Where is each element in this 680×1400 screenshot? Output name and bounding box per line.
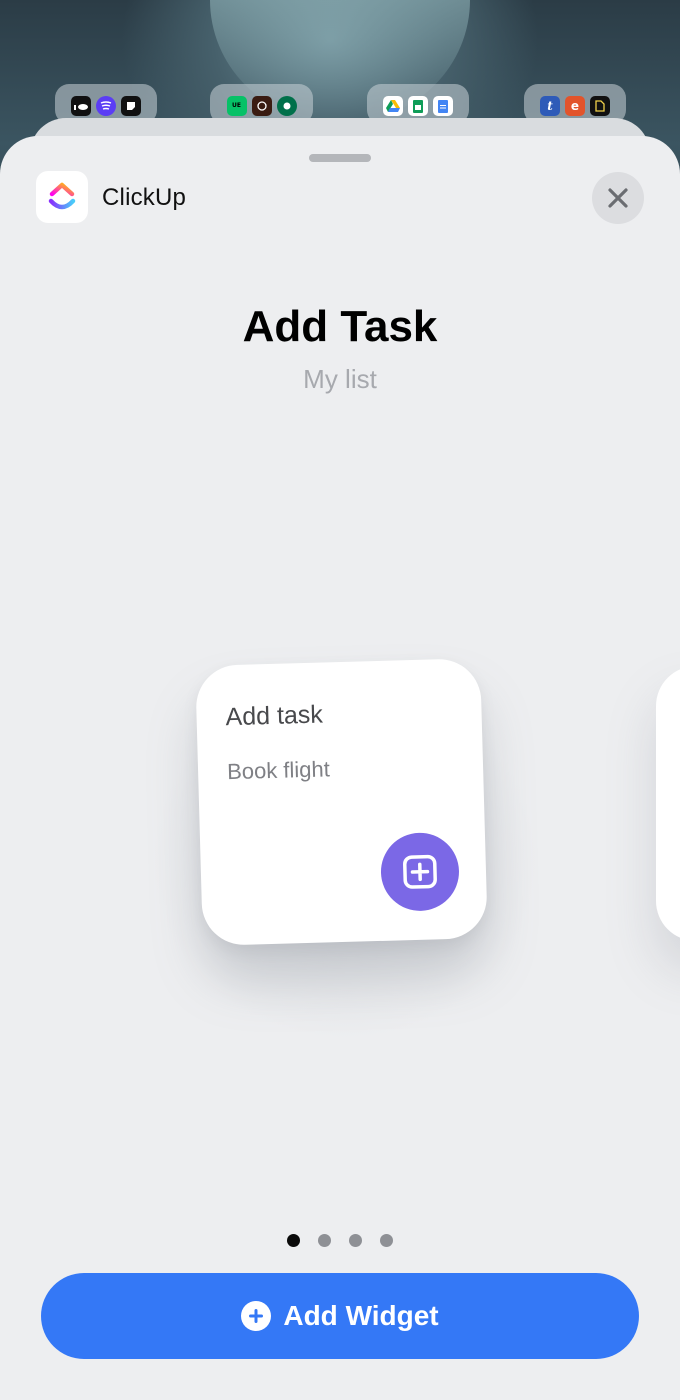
e-icon: e xyxy=(565,96,585,116)
spotify-icon xyxy=(96,96,116,116)
add-widget-label: Add Widget xyxy=(283,1300,439,1331)
google-sheets-icon xyxy=(408,96,428,116)
clickup-app-icon xyxy=(36,171,88,223)
widget-title: Add Task xyxy=(242,302,438,351)
add-widget-button[interactable]: Add Widget xyxy=(41,1273,639,1359)
coffee-icon xyxy=(251,96,272,116)
page-dot[interactable] xyxy=(318,1234,331,1247)
starbucks-icon xyxy=(276,96,297,116)
notes-icon xyxy=(121,96,141,116)
page-indicator[interactable] xyxy=(0,1234,680,1247)
plus-square-icon xyxy=(403,854,437,889)
widget-preview-card[interactable]: Add task Book flight xyxy=(195,658,488,946)
widget-add-task-button xyxy=(379,831,461,912)
widget-gallery-sheet: ClickUp Add Task My list Add task Book f… xyxy=(0,136,680,1400)
close-button[interactable] xyxy=(592,172,644,224)
google-drive-icon xyxy=(383,96,403,116)
uber-eats-icon: UE xyxy=(226,96,247,116)
tumblr-icon: t xyxy=(540,96,560,116)
widget-subtitle: My list xyxy=(303,364,377,394)
close-icon xyxy=(608,188,628,208)
page-dot[interactable] xyxy=(380,1234,393,1247)
page-dot[interactable] xyxy=(349,1234,362,1247)
plus-circle-icon xyxy=(241,1301,272,1331)
next-widget-preview[interactable] xyxy=(656,666,680,941)
page-dot-active[interactable] xyxy=(287,1234,300,1247)
sheet-grabber[interactable] xyxy=(309,154,371,162)
widget-preview-title: Add task xyxy=(225,700,324,732)
soundcloud-icon xyxy=(71,96,91,116)
file-icon xyxy=(590,96,610,116)
widget-preview-placeholder: Book flight xyxy=(226,756,331,785)
app-name: ClickUp xyxy=(102,184,187,211)
google-docs-icon xyxy=(433,96,453,116)
